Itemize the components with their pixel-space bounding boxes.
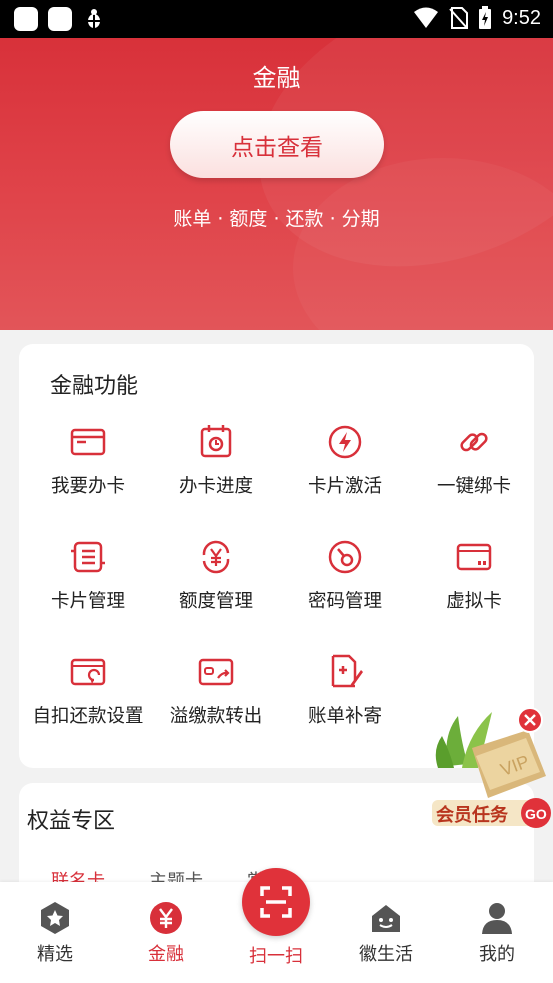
battery-icon: [479, 6, 492, 29]
lightning-icon: [328, 425, 362, 459]
page-title: 金融: [252, 64, 301, 92]
scan-button[interactable]: [242, 868, 310, 936]
link-icon: [460, 432, 488, 452]
key-icon: [328, 540, 362, 574]
scan-icon: [260, 886, 292, 918]
view-button[interactable]: 点击查看: [170, 111, 384, 178]
status-bar: 9:52: [0, 0, 553, 38]
section-title: 金融功能: [50, 374, 139, 399]
finance-functions-card: 金融功能 我要办卡 办卡进度 卡片激活 一键绑卡 卡片管理 额度管理 密码管理 …: [19, 344, 534, 768]
hero-banner: 金融 点击查看 账单 · 额度 · 还款 · 分期: [0, 38, 553, 330]
house-icon: [372, 905, 400, 932]
wifi-icon: [414, 7, 439, 28]
notification-icon: [48, 7, 72, 31]
list-icon: [71, 541, 105, 573]
grid-item-bind-card[interactable]: 一键绑卡: [405, 422, 543, 498]
yen-icon: [150, 902, 182, 934]
card-icon: [70, 428, 106, 456]
bug-icon: [88, 9, 100, 28]
hero-subtitle: 账单 · 额度 · 还款 · 分期: [173, 208, 380, 230]
grid-item-virtual-card[interactable]: 虚拟卡: [405, 537, 543, 613]
grid-item-card-activation[interactable]: 卡片激活: [276, 422, 414, 498]
svg-text:会员任务: 会员任务: [436, 804, 509, 826]
grid-item-apply-card[interactable]: 我要办卡: [19, 422, 157, 498]
auto-repay-icon: [70, 658, 106, 686]
star-hexagon-icon: [41, 902, 69, 934]
grid-item-bill-resend[interactable]: 账单补寄: [276, 652, 414, 728]
virtual-card-icon: [456, 543, 492, 571]
promo-illustration: VIP 会员任务 GO: [432, 707, 551, 828]
grid-item-auto-repay[interactable]: 自扣还款设置: [19, 652, 157, 728]
yen-cycle-icon: [202, 540, 230, 574]
person-icon: [482, 903, 512, 934]
calendar-progress-icon: [200, 425, 232, 458]
grid-item-overpayment-transfer[interactable]: 溢缴款转出: [147, 652, 285, 728]
grid-item-card-management[interactable]: 卡片管理: [19, 537, 157, 613]
edit-bill-icon: [331, 654, 363, 688]
grid-item-password-management[interactable]: 密码管理: [276, 537, 414, 613]
grid-item-limit-management[interactable]: 额度管理: [147, 537, 285, 613]
wallet-transfer-icon: [198, 658, 234, 686]
bottom-nav: 精选 金融 扫一扫 徽生活 我的: [0, 868, 553, 983]
no-sim-icon: [449, 7, 469, 29]
grid-item-apply-progress[interactable]: 办卡进度: [147, 422, 285, 498]
clock: 9:52: [502, 6, 541, 29]
nav-item-mine[interactable]: 我的: [442, 882, 552, 966]
section-title: 权益专区: [27, 809, 116, 834]
notification-icon: [14, 7, 38, 31]
nav-item-life[interactable]: 徽生活: [331, 882, 441, 966]
svg-text:GO: GO: [525, 806, 547, 822]
member-task-promo[interactable]: VIP 会员任务 GO: [428, 706, 553, 830]
